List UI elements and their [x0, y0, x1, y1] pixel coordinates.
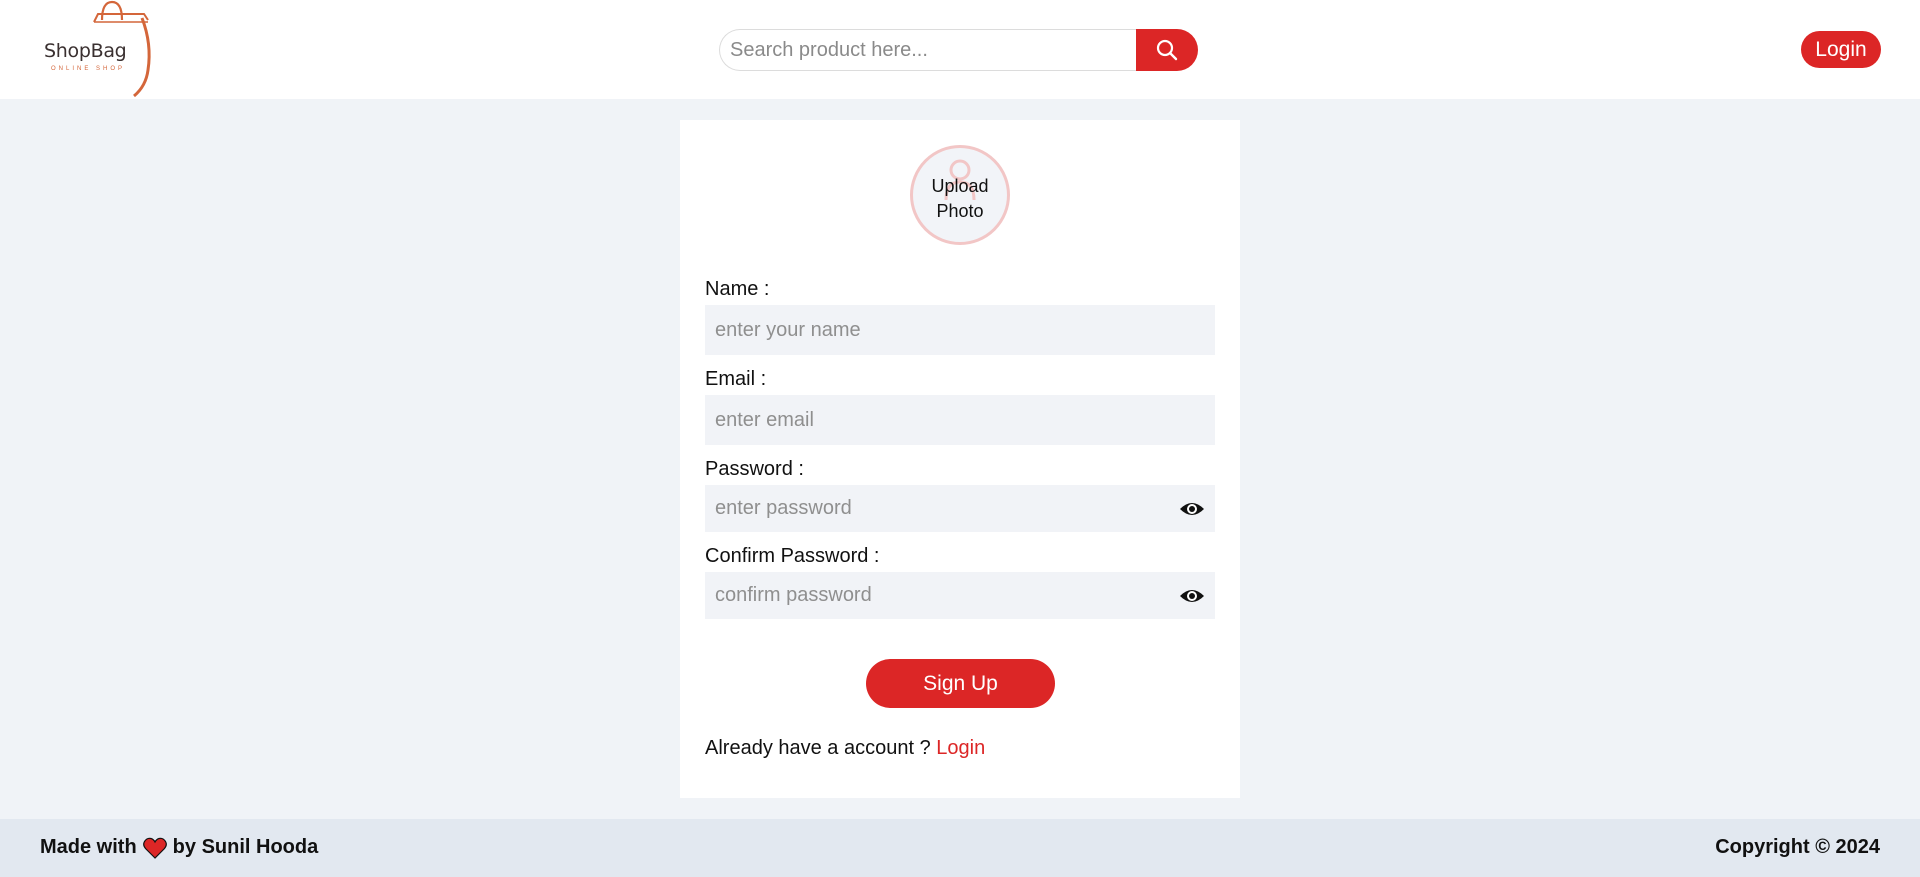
logo-tagline: ONLINE SHOP [51, 66, 126, 72]
password-input[interactable] [705, 485, 1215, 532]
search-icon [1156, 39, 1178, 61]
email-label: Email : [705, 368, 767, 390]
login-prompt: Already have a account ? Login [705, 737, 985, 760]
made-with-text: Made with [40, 836, 137, 858]
logo-wordmark: ShopBag [44, 40, 127, 62]
site-header: ShopBag ONLINE SHOP Login [0, 0, 1920, 99]
account-prompt-text: Already have a account ? [705, 737, 931, 759]
name-input[interactable] [705, 305, 1215, 355]
header-login-button[interactable]: Login [1801, 31, 1881, 68]
name-field [705, 305, 1215, 355]
eye-icon[interactable] [1179, 587, 1205, 605]
email-input[interactable] [705, 395, 1215, 445]
confirm-password-input[interactable] [705, 572, 1215, 619]
name-label: Name : [705, 278, 770, 300]
login-link[interactable]: Login [936, 737, 985, 759]
upload-photo-button[interactable]: Upload Photo [910, 145, 1010, 245]
site-footer: Made with by Sunil Hooda Copyright © 202… [0, 819, 1920, 877]
confirm-password-label: Confirm Password : [705, 545, 880, 567]
copyright-text: Copyright © 2024 [1715, 836, 1880, 858]
search-bar [719, 29, 1198, 71]
password-label: Password : [705, 458, 804, 480]
email-field [705, 395, 1215, 445]
signup-card: Upload Photo Name : Email : Password : C… [680, 120, 1240, 798]
search-input[interactable] [719, 29, 1138, 71]
heart-icon [142, 837, 167, 859]
password-field [705, 485, 1215, 532]
footer-credit: Made with by Sunil Hooda [40, 836, 318, 859]
sign-up-button[interactable]: Sign Up [866, 659, 1055, 708]
eye-icon[interactable] [1179, 500, 1205, 518]
search-button[interactable] [1136, 29, 1198, 71]
upload-photo-label: Upload Photo [931, 176, 989, 221]
shopbag-logo[interactable]: ShopBag ONLINE SHOP [36, 0, 156, 98]
confirm-password-field [705, 572, 1215, 619]
author-text: by Sunil Hooda [172, 836, 319, 858]
